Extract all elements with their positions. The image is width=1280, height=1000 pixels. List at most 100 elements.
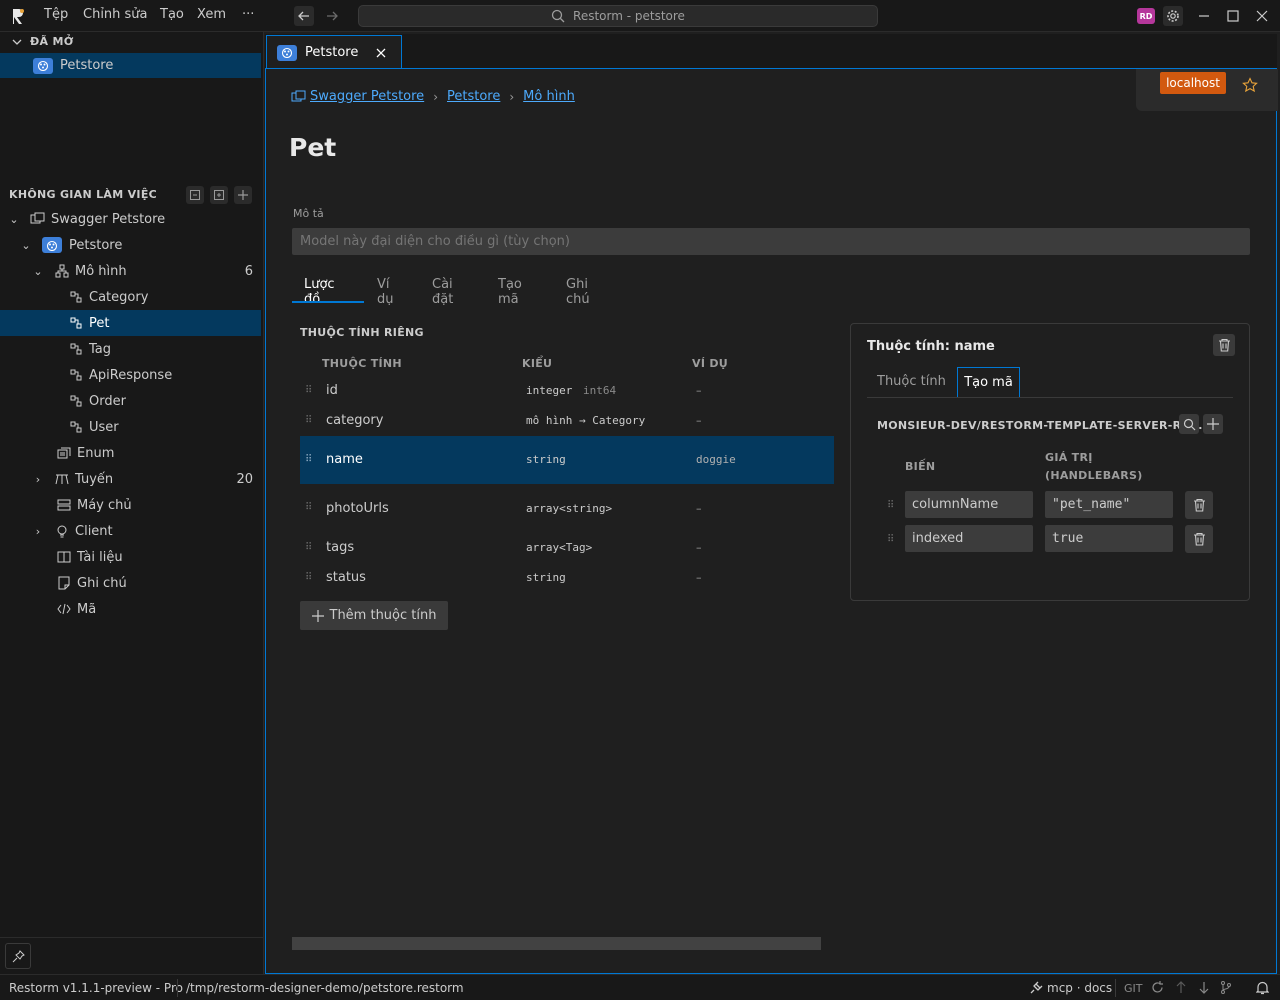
active-tab-indicator xyxy=(292,301,364,303)
table-row[interactable]: ⠿ category mô hình → Category – xyxy=(300,407,834,435)
breadcrumb-link-models[interactable]: Mô hình xyxy=(523,89,575,104)
tree-model-user[interactable]: User xyxy=(0,414,261,440)
push-icon[interactable] xyxy=(1175,981,1187,994)
git-label: GIT xyxy=(1124,982,1143,995)
menu-more[interactable]: ··· xyxy=(242,7,254,22)
drag-handle-icon[interactable]: ⠿ xyxy=(305,454,312,465)
tree-item-enum[interactable]: Enum xyxy=(0,440,261,466)
pull-icon[interactable] xyxy=(1198,981,1210,994)
pin-button[interactable] xyxy=(5,943,31,969)
open-item-petstore[interactable]: Petstore xyxy=(0,53,261,78)
add-variable-button[interactable] xyxy=(1203,414,1223,434)
drag-handle-icon[interactable]: ⠿ xyxy=(305,542,312,553)
add-workspace-button[interactable] xyxy=(234,186,252,204)
tree-item-routes[interactable]: › Tuyến 20 xyxy=(0,466,261,492)
add-property-button[interactable]: Thêm thuộc tính xyxy=(300,601,448,630)
drag-handle-icon[interactable]: ⠿ xyxy=(887,500,894,511)
tree-model-tag[interactable]: Tag xyxy=(0,336,261,362)
variable-value-input[interactable] xyxy=(1045,525,1173,552)
drag-handle-icon[interactable]: ⠿ xyxy=(305,502,312,513)
search-template-button[interactable] xyxy=(1179,414,1199,434)
tree-item-petstore[interactable]: ⌄ Petstore xyxy=(0,232,261,258)
tree-root-swagger-petstore[interactable]: ⌄ Swagger Petstore xyxy=(0,206,261,232)
petstore-api-icon xyxy=(33,57,53,74)
table-row[interactable]: ⠿ status string – xyxy=(300,564,834,592)
template-name: MONSIEUR-DEV/RESTORM-TEMPLATE-SERVER-RE.… xyxy=(877,419,1203,432)
menu-view[interactable]: Xem xyxy=(197,7,226,22)
status-divider xyxy=(177,979,178,997)
tab-petstore[interactable]: Petstore xyxy=(266,35,402,69)
delete-variable-button[interactable] xyxy=(1185,525,1213,553)
tree-model-category[interactable]: Category xyxy=(0,284,261,310)
maximize-button[interactable] xyxy=(1223,6,1243,26)
variable-name-input[interactable] xyxy=(905,491,1033,518)
drag-handle-icon[interactable]: ⠿ xyxy=(887,534,894,545)
tree-item-docs[interactable]: Tài liệu xyxy=(0,544,261,570)
property-example: – xyxy=(696,571,702,584)
tree-label: Order xyxy=(89,393,126,409)
mcp-docs-status[interactable]: mcp · docs xyxy=(1047,981,1112,995)
variable-name-input[interactable] xyxy=(905,525,1033,552)
minimize-button[interactable] xyxy=(1194,6,1214,26)
drag-handle-icon[interactable]: ⠿ xyxy=(305,572,312,583)
tab-codegen[interactable]: Tạo mã xyxy=(498,277,522,307)
tab-examples[interactable]: Ví dụ xyxy=(377,277,394,307)
menu-create[interactable]: Tạo xyxy=(160,7,184,22)
tab-label: Petstore xyxy=(305,45,359,60)
menu-file[interactable]: Tệp xyxy=(44,7,68,22)
table-row[interactable]: ⠿ photoUrls array<string> – xyxy=(300,489,834,529)
horizontal-scrollbar[interactable] xyxy=(292,937,821,950)
code-icon xyxy=(55,601,73,617)
chevron-down-icon: ⌄ xyxy=(9,212,19,226)
tree-label: Category xyxy=(89,289,149,305)
tree-item-servers[interactable]: Máy chủ xyxy=(0,492,261,518)
minimize-icon xyxy=(1199,15,1209,17)
close-window-button[interactable] xyxy=(1252,6,1272,26)
new-folder-button[interactable] xyxy=(210,186,228,204)
avatar-initials: RD xyxy=(1139,11,1153,21)
collapse-all-button[interactable] xyxy=(186,186,204,204)
table-row-selected[interactable]: ⠿ name string doggie xyxy=(300,436,834,484)
sidebar-divider xyxy=(0,937,264,938)
breadcrumb-link-petstore[interactable]: Petstore xyxy=(447,89,500,104)
star-icon[interactable] xyxy=(1242,77,1258,93)
tree-model-order[interactable]: Order xyxy=(0,388,261,414)
swagger-icon xyxy=(291,90,306,101)
search-icon xyxy=(551,9,565,23)
tree-model-apiresponse[interactable]: ApiResponse xyxy=(0,362,261,388)
panel-tab-properties[interactable]: Thuộc tính xyxy=(877,374,946,389)
refresh-icon[interactable] xyxy=(1151,981,1164,994)
drag-handle-icon[interactable]: ⠿ xyxy=(305,385,312,396)
settings-button[interactable] xyxy=(1163,6,1183,26)
panel-tab-codegen[interactable]: Tạo mã xyxy=(957,367,1020,398)
variable-value-input[interactable] xyxy=(1045,491,1173,518)
tab-notes[interactable]: Ghi chú xyxy=(566,277,590,307)
forward-button[interactable] xyxy=(322,6,342,26)
file-path[interactable]: /tmp/restorm-designer-demo/petstore.rest… xyxy=(186,981,464,995)
back-button[interactable] xyxy=(294,6,314,26)
tree-label: Tag xyxy=(89,341,112,357)
tree-item-notes[interactable]: Ghi chú xyxy=(0,570,261,596)
table-row[interactable]: ⠿ id integer int64 – xyxy=(300,377,834,405)
tree-model-pet[interactable]: Pet xyxy=(0,310,261,336)
avatar[interactable]: RD xyxy=(1137,8,1155,24)
property-name: tags xyxy=(326,540,355,555)
branch-icon[interactable] xyxy=(1220,981,1232,994)
open-section-header[interactable]: ĐÃ MỞ xyxy=(12,35,74,48)
tab-settings[interactable]: Cài đặt xyxy=(432,277,453,307)
table-row[interactable]: ⠿ tags array<Tag> – xyxy=(300,534,834,562)
delete-variable-button[interactable] xyxy=(1185,491,1213,519)
bell-icon[interactable] xyxy=(1256,981,1269,995)
environment-badge[interactable]: localhost xyxy=(1160,72,1226,94)
drag-handle-icon[interactable]: ⠿ xyxy=(305,415,312,426)
editor-content: localhost Swagger Petstore › Petstore › … xyxy=(265,68,1278,974)
description-input[interactable] xyxy=(292,228,1250,255)
tree-item-models[interactable]: ⌄ Mô hình 6 xyxy=(0,258,261,284)
breadcrumb-link-swagger[interactable]: Swagger Petstore xyxy=(310,89,424,104)
menu-edit[interactable]: Chỉnh sửa xyxy=(83,7,148,22)
tree-item-code[interactable]: Mã xyxy=(0,596,261,622)
delete-property-button[interactable] xyxy=(1213,334,1235,356)
close-icon[interactable] xyxy=(376,48,386,58)
command-search[interactable]: Restorm - petstore xyxy=(358,5,878,27)
tree-item-client[interactable]: › Client xyxy=(0,518,261,544)
